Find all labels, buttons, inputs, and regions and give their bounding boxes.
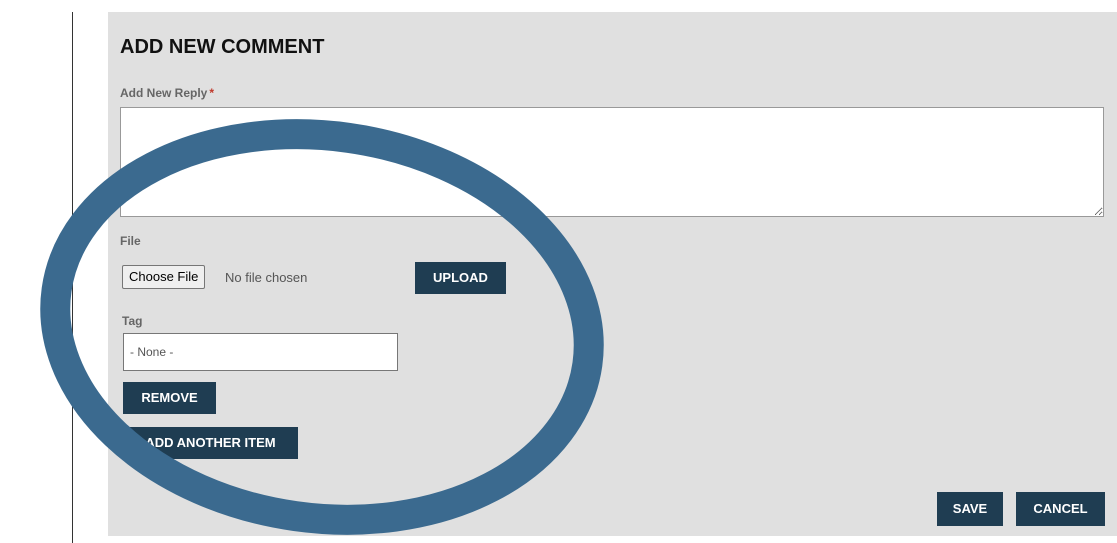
file-label: File [120,234,141,248]
upload-button[interactable]: UPLOAD [415,262,506,294]
reply-label: Add New Reply * [120,86,214,100]
choose-file-button[interactable]: Choose File [122,265,206,289]
reply-textarea[interactable] [120,107,1104,217]
tag-select[interactable]: - None - [123,333,398,371]
form-heading: ADD NEW COMMENT [120,36,325,58]
page: ADD NEW COMMENT Add New Reply * File Choo… [0,0,1117,543]
remove-button[interactable]: REMOVE [123,382,216,414]
tag-label: Tag [122,314,143,328]
no-file-chosen-text: No file chosen [225,270,308,285]
cancel-button[interactable]: CANCEL [1016,492,1105,526]
add-another-item-button[interactable]: ADD ANOTHER ITEM [123,427,298,459]
save-button[interactable]: SAVE [937,492,1003,526]
reply-label-text: Add New Reply [120,86,208,100]
tag-selected-value: - None - [130,345,174,359]
required-marker: * [209,86,215,100]
left-divider [72,12,73,543]
